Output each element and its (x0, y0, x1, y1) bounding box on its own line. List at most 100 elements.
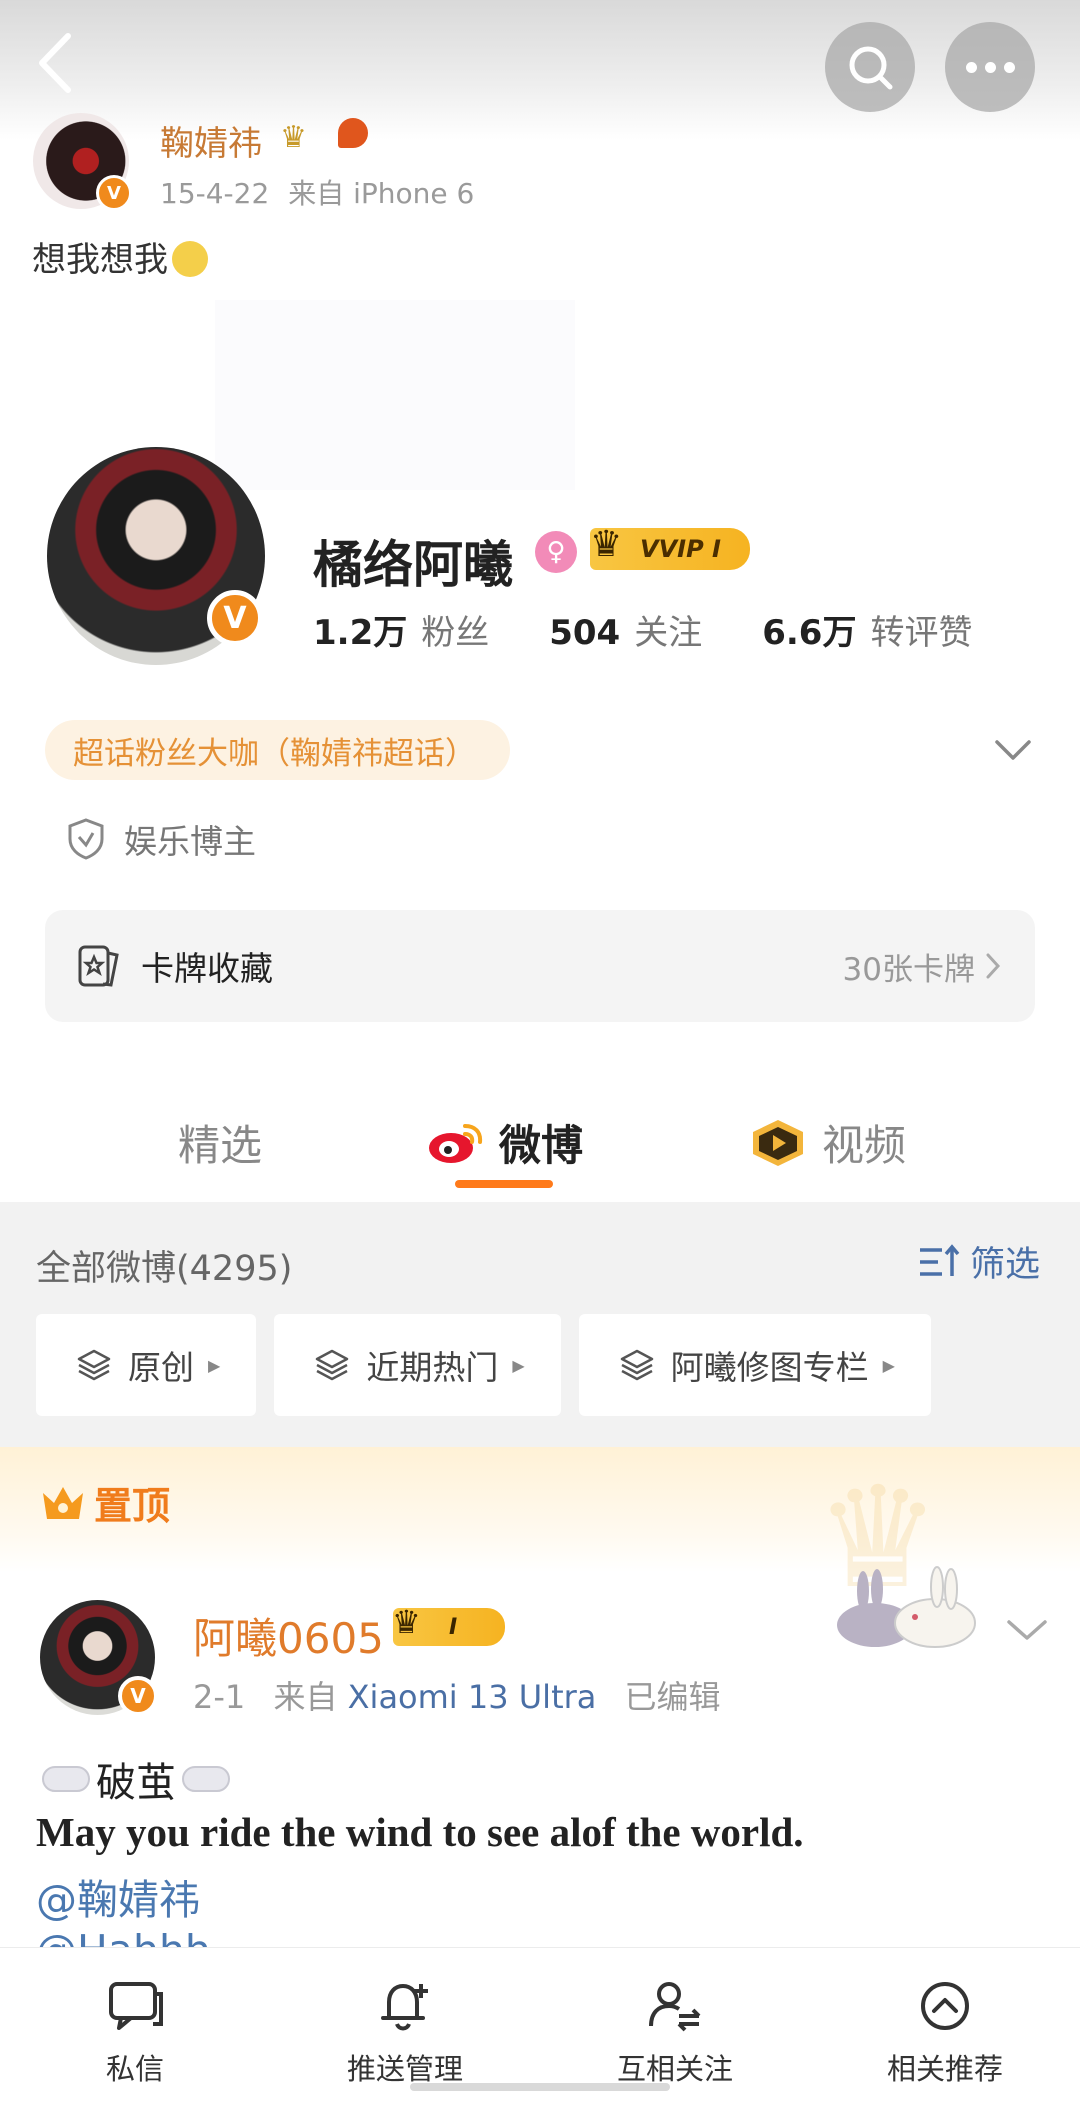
post-edited: 已编辑 (624, 1678, 721, 1716)
tab-label: 视频 (822, 1121, 907, 1170)
layers-icon (77, 1349, 111, 1381)
post-device[interactable]: Xiaomi 13 Ultra (348, 1678, 597, 1716)
old-post-author[interactable]: 鞠婧祎 (160, 116, 262, 165)
search-button[interactable] (825, 22, 915, 112)
profile-tabs: 精选 微博 视频 (0, 1100, 1080, 1200)
filter-label: 筛选 (970, 1245, 1041, 1285)
chevron-down-icon (995, 740, 1031, 760)
chevron-right-icon (986, 953, 1001, 979)
followers-stat[interactable]: 1.2万 粉丝 (313, 605, 489, 654)
crown-icon: ♛ (590, 524, 623, 565)
expand-profile-button[interactable] (993, 730, 1033, 770)
tab-featured[interactable]: 精选 (178, 1112, 262, 1173)
post-text-title: 破茧 (96, 1760, 176, 1806)
nav-label: 推送管理 (346, 2052, 463, 2086)
filter-chips: 原创 ▶ 近期热门 ▶ 阿曦修图专栏 ▶ (36, 1314, 949, 1416)
female-gender-icon: ♀ (535, 531, 577, 573)
crown-icon (43, 1486, 83, 1519)
nav-label: 私信 (105, 2052, 164, 2086)
stat-number: 1.2万 (313, 613, 408, 653)
post-text-body: May you ride the wind to see alof the wo… (36, 1809, 804, 1855)
card-collection-icon (78, 945, 119, 987)
triangle-right-icon: ▶ (208, 1355, 221, 1375)
post-mention-link[interactable]: @Hahhh (36, 1926, 211, 1948)
tab-video[interactable]: 视频 (748, 1112, 906, 1173)
post-author-name[interactable]: 阿曦0605 (193, 1605, 384, 1666)
card-collection-count: 30张卡牌 (842, 951, 975, 988)
crown-icon: ♛ (280, 120, 307, 155)
super-topic-badge[interactable]: 超话粉丝大咖（鞠婧祎超话） (45, 720, 510, 780)
filter-button[interactable]: 筛选 (918, 1236, 1040, 1287)
filter-sort-icon (920, 1243, 960, 1276)
more-dot-icon (984, 61, 996, 73)
card-collection-row[interactable]: 卡牌收藏 30张卡牌 (45, 910, 1035, 1022)
verified-badge: V (118, 1676, 158, 1716)
post-text-line: 破茧 (36, 1750, 236, 1808)
old-post-image-placeholder (215, 300, 575, 490)
post-meta: 2-1 来自 Xiaomi 13 Ultra 已编辑 (193, 1672, 721, 1718)
chevron-left-icon (39, 33, 71, 93)
active-tab-indicator (455, 1180, 553, 1188)
nav-label: 互相关注 (616, 2052, 733, 2086)
more-button[interactable] (945, 22, 1035, 112)
weibo-logo-icon (429, 1123, 483, 1163)
old-post-date: 15-4-22 (160, 177, 270, 210)
engagement-stat[interactable]: 6.6万 转评赞 (762, 605, 972, 654)
pinned-header: 置顶 ♛ (0, 1447, 1080, 1620)
old-post-text-content: 想我想我 (32, 240, 168, 280)
back-button[interactable] (30, 28, 90, 108)
more-dot-icon (965, 61, 977, 73)
old-post-source-prefix: 来自 (288, 177, 345, 210)
triangle-right-icon: ▶ (512, 1355, 525, 1375)
home-indicator[interactable] (410, 2083, 670, 2091)
following-stat[interactable]: 504 关注 (549, 605, 702, 654)
chip-original[interactable]: 原创 ▶ (36, 1314, 257, 1416)
chevron-down-icon (1007, 1620, 1047, 1640)
bell-plus-icon (381, 1984, 428, 2031)
old-post-text: 想我想我 (32, 232, 208, 281)
profile-name: 橘络阿曦 (313, 536, 513, 594)
post-menu-button[interactable] (1005, 1610, 1049, 1650)
old-post-device: iPhone 6 (353, 177, 475, 210)
mutual-follow-icon (649, 1982, 701, 2032)
chip-label: 阿曦修图专栏 (670, 1348, 869, 1387)
chip-label: 原创 (128, 1348, 194, 1387)
shield-icon (68, 818, 104, 860)
search-icon (849, 46, 893, 90)
old-post-meta: 15-4-22 来自 iPhone 6 (160, 172, 474, 212)
filter-section: 全部微博(4295) 筛选 原创 ▶ 近期热门 ▶ 阿曦修图专栏 ▶ (0, 1202, 1080, 1447)
message-icon (109, 1982, 163, 2030)
more-dot-icon (1003, 61, 1015, 73)
post-source-prefix: 来自 (273, 1678, 338, 1716)
card-collection-label: 卡牌收藏 (141, 949, 273, 988)
all-posts-count: 全部微博(4295) (36, 1249, 293, 1289)
pinned-label: 置顶 (40, 1475, 170, 1530)
category-row: 娱乐博主 (66, 815, 256, 863)
post-mention-link[interactable]: @鞠婧祎 (36, 1866, 200, 1926)
tab-weibo[interactable]: 微博 (425, 1112, 583, 1173)
tab-label: 精选 (178, 1121, 263, 1170)
cloud-emoji-icon (182, 1766, 230, 1792)
smile-emoji-icon (172, 241, 208, 277)
pinned-text: 置顶 (94, 1484, 171, 1528)
nav-related-recommend[interactable]: 相关推荐 (810, 1948, 1080, 2109)
fan-badge-icon (338, 118, 368, 148)
chip-label: 近期热门 (366, 1348, 499, 1387)
layers-icon (620, 1349, 653, 1381)
chip-recent-hot[interactable]: 近期热门 ▶ (274, 1314, 561, 1416)
layers-icon (316, 1349, 349, 1381)
stat-label: 转评赞 (870, 613, 973, 653)
video-badge-icon (753, 1119, 803, 1166)
chip-retouch-column[interactable]: 阿曦修图专栏 ▶ (578, 1314, 931, 1416)
stat-label: 关注 (634, 613, 703, 653)
verified-badge: V (207, 590, 263, 646)
nav-label: 相关推荐 (886, 2052, 1003, 2086)
stat-number: 504 (549, 613, 621, 653)
triangle-right-icon: ▶ (882, 1355, 895, 1375)
tab-label: 微博 (499, 1121, 584, 1170)
crown-icon: ♛ (392, 1603, 421, 1641)
nav-message[interactable]: 私信 (0, 1948, 270, 2109)
cloud-emoji-icon (42, 1766, 90, 1792)
verified-badge: V (96, 175, 132, 211)
profile-stats: 1.2万 粉丝 504 关注 6.6万 转评赞 (313, 605, 1032, 654)
